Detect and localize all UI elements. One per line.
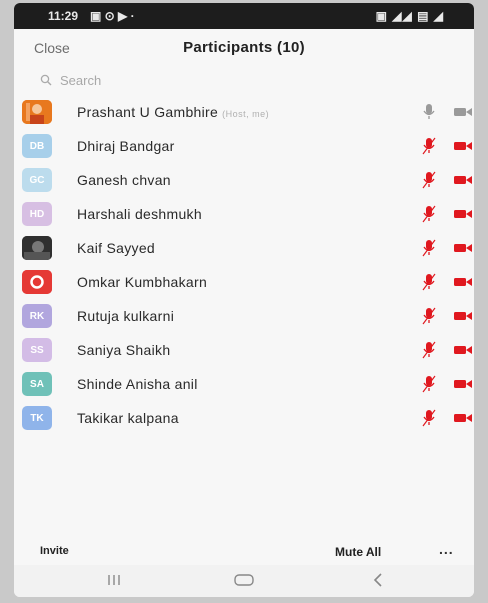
participant-name-text: Saniya Shaikh bbox=[77, 342, 171, 358]
avatar: DB bbox=[22, 134, 52, 158]
participant-name: Ganesh chvan bbox=[77, 172, 171, 188]
invite-button[interactable]: Invite bbox=[40, 545, 69, 557]
participant-row[interactable]: TK Takikar kalpana bbox=[14, 401, 474, 435]
android-nav-bar bbox=[14, 565, 474, 597]
avatar: HD bbox=[22, 202, 52, 226]
participant-row[interactable]: SA Shinde Anisha anil bbox=[14, 367, 474, 401]
participant-name-text: Dhiraj Bandgar bbox=[77, 138, 175, 154]
mic-icon[interactable] bbox=[422, 103, 436, 121]
avatar-initials: SA bbox=[30, 378, 44, 390]
video-off-icon[interactable] bbox=[454, 175, 472, 185]
status-time: 11:29 bbox=[48, 9, 79, 23]
avatar: GC bbox=[22, 168, 52, 192]
participant-name: Shinde Anisha anil bbox=[77, 376, 198, 392]
status-signal-icons: ▣ ◢◢ ▤ ◢ bbox=[375, 9, 444, 23]
mic-muted-icon[interactable] bbox=[422, 273, 436, 291]
avatar bbox=[22, 100, 52, 124]
phone-screen: 11:29 ▣ ⊙ ▶ · ▣ ◢◢ ▤ ◢ Close Participant… bbox=[14, 3, 474, 597]
page-title: Participants (10) bbox=[183, 39, 305, 56]
participant-row[interactable]: GC Ganesh chvan bbox=[14, 163, 474, 197]
video-off-icon[interactable] bbox=[454, 141, 472, 151]
participant-name-text: Ganesh chvan bbox=[77, 172, 171, 188]
participant-row[interactable]: SS Saniya Shaikh bbox=[14, 333, 474, 367]
participant-name: Rutuja kulkarni bbox=[77, 308, 174, 324]
participant-row[interactable]: HD Harshali deshmukh bbox=[14, 197, 474, 231]
video-off-icon[interactable] bbox=[454, 277, 472, 287]
participant-row[interactable]: Kaif Sayyed bbox=[14, 231, 474, 265]
mute-all-button[interactable]: Mute All bbox=[335, 545, 381, 559]
status-notification-icons: ▣ ⊙ ▶ · bbox=[90, 9, 135, 23]
video-off-icon[interactable] bbox=[454, 209, 472, 219]
more-options-button[interactable]: ... bbox=[439, 541, 454, 557]
participant-name-text: Harshali deshmukh bbox=[77, 206, 202, 222]
avatar-initials: RK bbox=[29, 310, 45, 322]
avatar-initials: TK bbox=[30, 412, 44, 424]
participant-row[interactable]: DB Dhiraj Bandgar bbox=[14, 129, 474, 163]
avatar bbox=[22, 236, 52, 260]
mic-muted-icon[interactable] bbox=[422, 375, 436, 393]
participant-name-text: Takikar kalpana bbox=[77, 410, 179, 426]
avatar bbox=[22, 270, 52, 294]
mic-muted-icon[interactable] bbox=[422, 409, 436, 427]
search-icon bbox=[40, 74, 52, 86]
avatar: TK bbox=[22, 406, 52, 430]
mic-muted-icon[interactable] bbox=[422, 307, 436, 325]
avatar: SA bbox=[22, 372, 52, 396]
participant-name: Prashant U Gambhire (Host, me) bbox=[77, 104, 269, 120]
participant-row[interactable]: Prashant U Gambhire (Host, me) bbox=[14, 95, 474, 129]
participant-name: Dhiraj Bandgar bbox=[77, 138, 175, 154]
participant-name-text: Prashant U Gambhire bbox=[77, 104, 219, 120]
mic-muted-icon[interactable] bbox=[422, 137, 436, 155]
mic-muted-icon[interactable] bbox=[422, 171, 436, 189]
avatar: SS bbox=[22, 338, 52, 362]
avatar-initials: GC bbox=[29, 174, 45, 186]
participant-name-text: Shinde Anisha anil bbox=[77, 376, 198, 392]
status-bar: 11:29 ▣ ⊙ ▶ · ▣ ◢◢ ▤ ◢ bbox=[14, 3, 474, 29]
participant-name: Harshali deshmukh bbox=[77, 206, 202, 222]
avatar-initials: DB bbox=[29, 140, 45, 152]
participant-name: Kaif Sayyed bbox=[77, 240, 155, 256]
mic-muted-icon[interactable] bbox=[422, 239, 436, 257]
host-tag: (Host, me) bbox=[222, 109, 270, 119]
video-off-icon[interactable] bbox=[454, 311, 472, 321]
participant-row[interactable]: Omkar Kumbhakarn bbox=[14, 265, 474, 299]
video-off-icon[interactable] bbox=[454, 379, 472, 389]
avatar-initials: SS bbox=[30, 344, 44, 356]
participants-footer: Invite Mute All ... bbox=[14, 537, 474, 565]
home-icon[interactable] bbox=[233, 571, 255, 589]
participant-name: Omkar Kumbhakarn bbox=[77, 274, 207, 290]
participant-name-text: Rutuja kulkarni bbox=[77, 308, 175, 324]
participant-name: Saniya Shaikh bbox=[77, 342, 170, 358]
participant-name: Takikar kalpana bbox=[77, 410, 179, 426]
participant-name-text: Kaif Sayyed bbox=[77, 240, 156, 256]
video-off-icon[interactable] bbox=[454, 413, 472, 423]
video-off-icon[interactable] bbox=[454, 243, 472, 253]
mic-muted-icon[interactable] bbox=[422, 341, 436, 359]
recents-icon[interactable] bbox=[106, 571, 122, 589]
participants-header: Close Participants (10) bbox=[14, 29, 474, 69]
search-input[interactable] bbox=[60, 72, 360, 88]
back-icon[interactable] bbox=[371, 571, 385, 589]
avatar: RK bbox=[22, 304, 52, 328]
participant-name-text: Omkar Kumbhakarn bbox=[77, 274, 208, 290]
video-off-icon[interactable] bbox=[454, 345, 472, 355]
video-icon[interactable] bbox=[454, 107, 472, 117]
search-bar[interactable] bbox=[40, 69, 440, 91]
participant-list: Prashant U Gambhire (Host, me) DB Dhiraj Ba… bbox=[14, 95, 474, 435]
participant-row[interactable]: RK Rutuja kulkarni bbox=[14, 299, 474, 333]
mic-muted-icon[interactable] bbox=[422, 205, 436, 223]
avatar-initials: HD bbox=[29, 208, 45, 220]
